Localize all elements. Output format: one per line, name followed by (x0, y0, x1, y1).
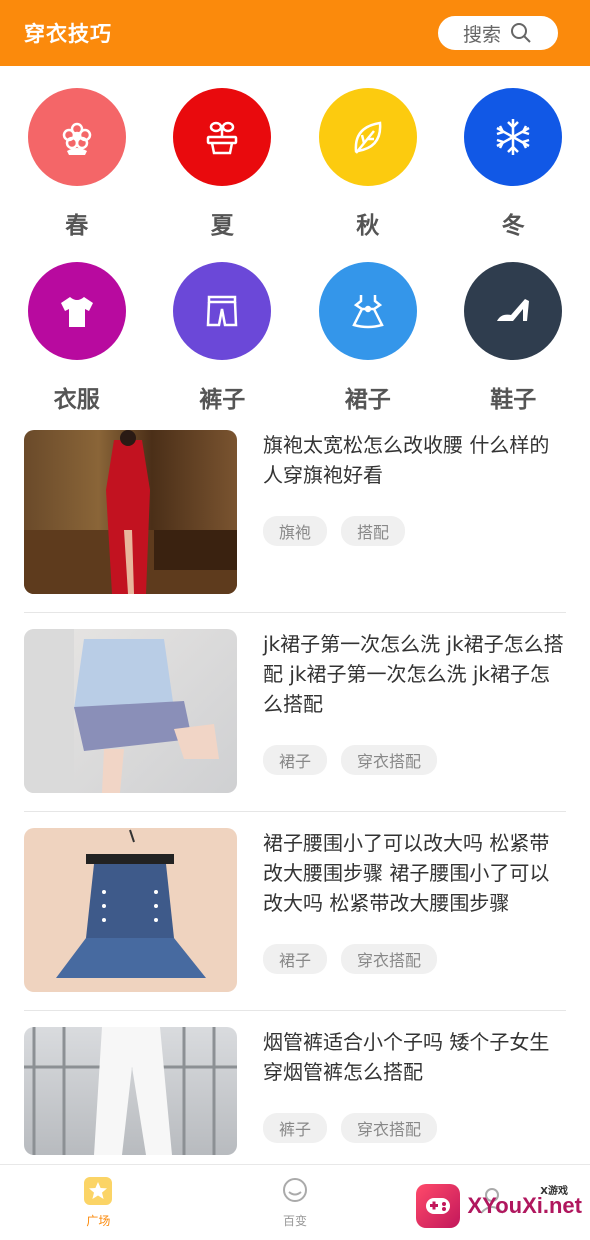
gamepad-icon (415, 1184, 460, 1228)
category-winter[interactable]: 冬 (447, 88, 579, 240)
nav-square[interactable]: 广场 (0, 1165, 197, 1240)
category-label: 鞋子 (490, 387, 537, 413)
category-spring[interactable]: 春 (11, 88, 143, 240)
category-autumn[interactable]: 秋 (302, 88, 434, 240)
category-label: 秋 (356, 213, 380, 239)
watermark: XYouXi.net X游戏 (415, 1184, 582, 1228)
list-item[interactable]: 旗袍太宽松怎么改收腰 什么样的人穿旗袍好看 旗袍 搭配 (24, 430, 566, 613)
nav-label: 广场 (86, 1214, 111, 1228)
tshirt-icon (27, 262, 126, 360)
high-heel-icon (464, 262, 563, 360)
category-summer[interactable]: 夏 (156, 88, 288, 240)
app-header: 穿衣技巧 搜索 (0, 0, 590, 66)
article-thumbnail (24, 1027, 237, 1155)
article-title: jk裙子第一次怎么洗 jk裙子怎么搭配 jk裙子第一次怎么洗 jk裙子怎么搭配 (263, 632, 564, 716)
tag[interactable]: 穿衣搭配 (341, 944, 438, 974)
watermark-small: X游戏 (540, 1186, 568, 1197)
tag[interactable]: 裤子 (263, 1113, 328, 1143)
nav-variety[interactable]: 百变 (197, 1165, 394, 1240)
shorts-icon (173, 262, 272, 360)
article-thumbnail (24, 430, 237, 594)
category-grid: 春 夏 秋 冬 衣服 裤子 裙子 鞋子 (0, 88, 590, 436)
category-label: 衣服 (53, 387, 100, 413)
article-title: 烟管裤适合小个子吗 矮个子女生穿烟管裤怎么搭配 (263, 1030, 550, 1084)
category-label: 冬 (501, 213, 525, 239)
list-item[interactable]: 烟管裤适合小个子吗 矮个子女生穿烟管裤怎么搭配 裤子 穿衣搭配 (24, 1027, 566, 1173)
category-pants[interactable]: 裤子 (156, 262, 288, 414)
article-thumbnail (24, 629, 237, 793)
tag[interactable]: 旗袍 (263, 516, 328, 546)
search-label: 搜索 (462, 23, 501, 46)
tag[interactable]: 穿衣搭配 (341, 745, 438, 775)
category-label: 裤子 (199, 387, 246, 413)
snowflake-icon (464, 88, 563, 186)
app-title: 穿衣技巧 (24, 22, 112, 46)
chat-bubble-icon (283, 1178, 307, 1202)
search-icon (511, 23, 531, 43)
tag[interactable]: 穿衣搭配 (341, 1113, 438, 1143)
tag[interactable]: 裙子 (263, 745, 328, 775)
category-clothes[interactable]: 衣服 (11, 262, 143, 414)
potted-plant-icon (173, 88, 272, 186)
list-item[interactable]: jk裙子第一次怎么洗 jk裙子怎么搭配 jk裙子第一次怎么洗 jk裙子怎么搭配 … (24, 629, 566, 812)
article-title: 旗袍太宽松怎么改收腰 什么样的人穿旗袍好看 (263, 433, 550, 487)
leaf-icon (318, 88, 417, 186)
category-shoes[interactable]: 鞋子 (447, 262, 579, 414)
category-label: 裙子 (344, 387, 391, 413)
star-icon (84, 1177, 113, 1205)
flower-icon (27, 88, 126, 186)
dress-icon (318, 262, 417, 360)
article-list: 旗袍太宽松怎么改收腰 什么样的人穿旗袍好看 旗袍 搭配 jk裙子第一次怎么洗 j… (24, 430, 566, 1189)
category-label: 夏 (210, 213, 234, 239)
category-skirt[interactable]: 裙子 (302, 262, 434, 414)
search-button[interactable]: 搜索 (438, 16, 558, 50)
category-label: 春 (65, 213, 89, 239)
tag[interactable]: 裙子 (263, 944, 328, 974)
list-item[interactable]: 裙子腰围小了可以改大吗 松紧带改大腰围步骤 裙子腰围小了可以改大吗 松紧带改大腰… (24, 828, 566, 1011)
article-title: 裙子腰围小了可以改大吗 松紧带改大腰围步骤 裙子腰围小了可以改大吗 松紧带改大腰… (263, 831, 550, 915)
article-thumbnail (24, 828, 237, 992)
tag[interactable]: 搭配 (341, 516, 406, 546)
nav-label: 百变 (283, 1214, 308, 1228)
